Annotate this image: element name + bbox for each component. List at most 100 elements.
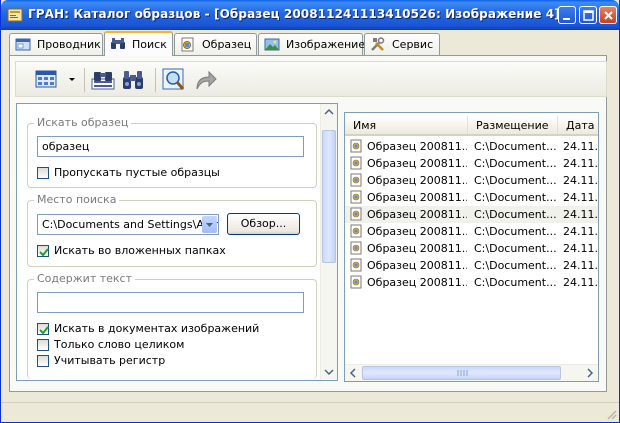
toolbar-separator [84, 68, 85, 92]
resize-grip-icon[interactable] [605, 408, 617, 420]
scroll-up-button[interactable] [321, 104, 337, 120]
cell-name: Образец 200811... [367, 191, 467, 204]
cell-location: C:\Document... [474, 208, 557, 221]
chevron-down-icon [69, 78, 75, 81]
checkbox-label: Искать в документах изображений [54, 322, 260, 335]
cell-date: 24.11. [563, 225, 598, 238]
toolbar [15, 61, 607, 97]
sample-name-input[interactable]: образец [37, 136, 304, 157]
scroll-thumb[interactable] [362, 366, 561, 380]
search-results-list[interactable]: Имя Размещение Дата Образец 200811... C:\… [344, 112, 599, 382]
table-row[interactable]: Образец 200811... C:\Document... 24.11. [345, 155, 598, 172]
sample-file-icon [350, 139, 362, 153]
cell-date: 24.11. [563, 276, 598, 289]
table-row[interactable]: Образец 200811... C:\Document... 24.11. [345, 274, 598, 291]
cell-location: C:\Document... [474, 174, 557, 187]
close-button[interactable] [599, 6, 617, 24]
chevron-down-icon [324, 369, 334, 376]
cell-name: Образец 200811... [367, 140, 467, 153]
cell-date: 24.11. [563, 140, 598, 153]
checkbox-box [37, 167, 49, 179]
cell-name: Образец 200811... [367, 242, 467, 255]
group-title: Искать образец [34, 116, 132, 129]
tab-label: Поиск [132, 38, 167, 51]
location-combobox[interactable]: C:\Documents and Settings\Admin [37, 214, 219, 235]
minimize-icon [563, 18, 570, 20]
cell-location: C:\Document... [474, 191, 557, 204]
view-mode-dropdown[interactable] [67, 68, 77, 92]
tab-image[interactable]: Изображение [258, 33, 366, 55]
toolbar-separator [155, 68, 156, 92]
checkbox-label: Пропускать пустые образцы [54, 166, 220, 179]
minimize-button[interactable] [558, 6, 576, 24]
grid-view-icon [35, 70, 57, 88]
criteria-vertical-scrollbar[interactable] [320, 104, 337, 380]
search-button[interactable] [121, 68, 145, 92]
sample-file-icon [350, 173, 362, 187]
search-subfolders-checkbox[interactable]: Искать во вложенных папках [37, 244, 237, 258]
tab-service[interactable]: Сервис [364, 33, 440, 55]
zoom-button[interactable] [162, 68, 186, 92]
status-bar [1, 402, 619, 422]
sample-file-icon [350, 156, 362, 170]
sample-file-icon [350, 207, 362, 221]
sample-file-icon [350, 241, 362, 255]
cell-name: Образец 200811... [367, 276, 467, 289]
binoculars-icon [123, 71, 143, 89]
tab-search[interactable]: Поиск [104, 31, 173, 56]
column-header-location[interactable]: Размещение [468, 116, 558, 134]
scroll-right-button[interactable] [582, 365, 598, 381]
browse-button[interactable]: Обзор... [227, 213, 300, 235]
cell-name: Образец 200811... [367, 225, 467, 238]
whole-word-checkbox[interactable]: Только слово целиком [37, 338, 237, 352]
scroll-thumb[interactable] [322, 130, 336, 263]
sample-file-icon [350, 190, 362, 204]
tools-icon [371, 37, 385, 51]
table-row[interactable]: Образец 200811... C:\Document... 24.11. [345, 138, 598, 155]
table-row[interactable]: Образец 200811... C:\Document... 24.11. [345, 172, 598, 189]
table-row[interactable]: Образец 200811... C:\Document... 24.11. [345, 240, 598, 257]
scroll-down-button[interactable] [321, 364, 337, 380]
checkmark-icon [39, 248, 49, 257]
table-row[interactable]: Образец 200811... C:\Document... 24.11. [345, 257, 598, 274]
cell-name: Образец 200811... [367, 259, 467, 272]
find-in-list-button[interactable] [91, 68, 115, 92]
tab-label: Образец [202, 38, 252, 51]
location-value: C:\Documents and Settings\Admin [42, 218, 219, 231]
cell-location: C:\Document... [474, 276, 557, 289]
tab-label: Проводник [37, 38, 101, 51]
tab-label: Изображение [286, 38, 366, 51]
cell-name: Образец 200811... [367, 157, 467, 170]
contains-text-input[interactable] [37, 292, 304, 313]
title-bar[interactable]: ГРАН: Каталог образцов - [Образец 200811… [1, 0, 619, 30]
match-case-checkbox[interactable]: Учитывать регистр [37, 354, 237, 368]
tab-explorer[interactable]: Проводник [9, 33, 103, 55]
skip-empty-checkbox[interactable]: Пропускать пустые образцы [37, 166, 237, 180]
group-title: Содержит текст [34, 272, 136, 285]
column-header-date[interactable]: Дата [558, 116, 598, 134]
results-horizontal-scrollbar[interactable] [345, 364, 598, 381]
location-dropdown-button[interactable] [202, 216, 217, 233]
cell-location: C:\Document... [474, 140, 557, 153]
column-header-name[interactable]: Имя [345, 116, 468, 134]
table-row[interactable]: Образец 200811... C:\Document... 24.11. [345, 223, 598, 240]
maximize-button[interactable] [579, 6, 597, 24]
grip-icon [457, 370, 468, 376]
tab-sample[interactable]: Образец [174, 33, 257, 55]
table-row[interactable]: Образец 200811... C:\Document... 24.11. [345, 206, 598, 223]
chevron-left-icon [349, 368, 356, 378]
cell-date: 24.11. [563, 174, 598, 187]
sample-file-icon [350, 258, 362, 272]
forward-button[interactable] [194, 68, 218, 92]
view-mode-button[interactable] [35, 68, 57, 92]
close-icon [604, 11, 613, 20]
magnifier-icon [162, 68, 185, 90]
checkbox-box [37, 245, 49, 257]
window-title: ГРАН: Каталог образцов - [Образец 200811… [28, 7, 560, 21]
cell-location: C:\Document... [474, 242, 557, 255]
scroll-left-button[interactable] [345, 365, 361, 381]
sample-group: Искать образец образец Пропускать пустые… [27, 116, 317, 188]
search-criteria-panel: Искать образец образец Пропускать пустые… [16, 103, 338, 381]
search-in-image-docs-checkbox[interactable]: Искать в документах изображений [37, 322, 260, 336]
table-row[interactable]: Образец 200811... C:\Document... 24.11. [345, 189, 598, 206]
